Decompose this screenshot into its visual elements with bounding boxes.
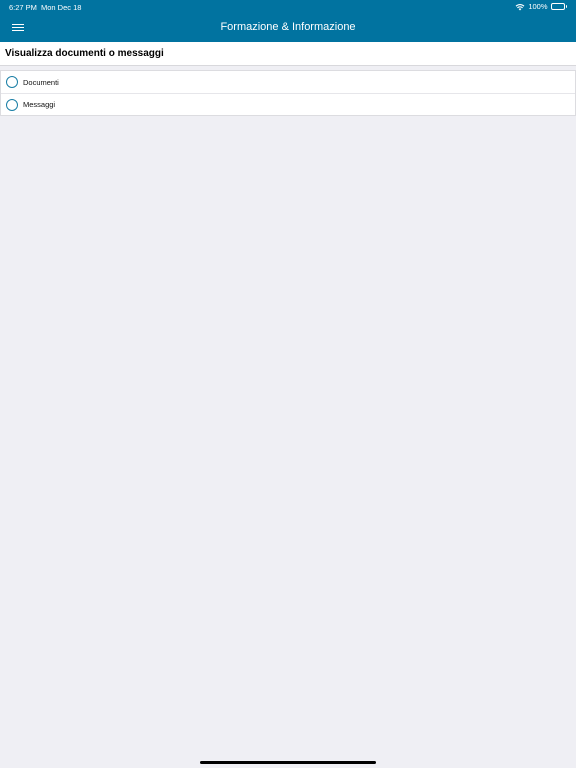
app-header: 6:27 PM Mon Dec 18 100% Formazione & Inf… [0,0,576,42]
section-header: Visualizza documenti o messaggi [0,42,576,66]
option-label-documenti: Documenti [23,77,59,87]
option-messaggi[interactable]: Messaggi [1,93,575,115]
option-label-messaggi: Messaggi [23,100,56,109]
option-documenti[interactable]: Documenti [1,71,575,93]
status-date: Mon Dec 18 [41,3,82,12]
radio-button-messaggi[interactable] [6,98,18,111]
home-indicator[interactable] [200,761,376,764]
battery-icon [550,3,567,10]
page-title: Formazione & Informazione [220,21,356,33]
view-options-list: Documenti Messaggi [0,70,576,116]
status-time: 6:27 PM [9,3,37,12]
wifi-icon [515,3,525,11]
status-bar: 6:27 PM Mon Dec 18 100% [0,0,576,14]
radio-button-documenti[interactable] [6,76,18,88]
section-title: Visualizza documenti o messaggi [5,48,164,59]
battery-percentage: 100% [528,2,548,11]
status-indicators: 100% [515,2,567,11]
